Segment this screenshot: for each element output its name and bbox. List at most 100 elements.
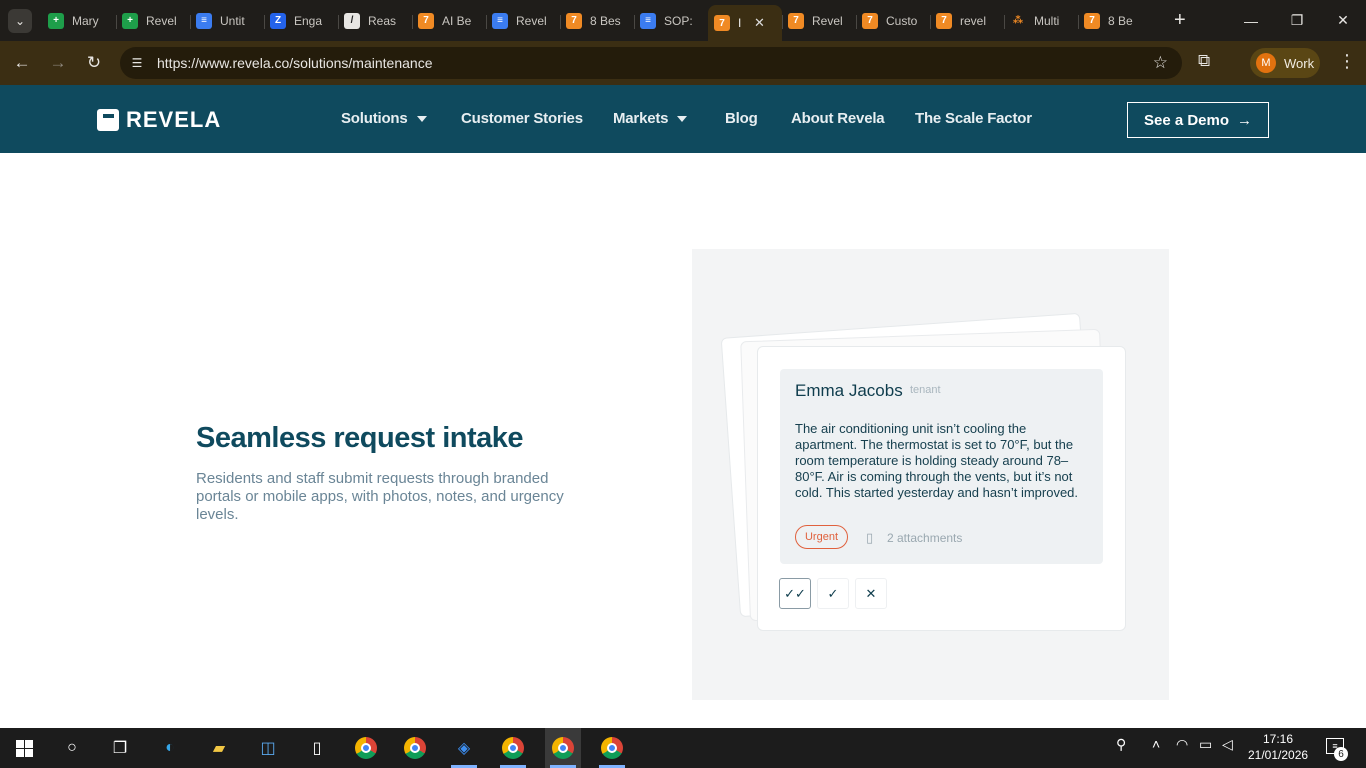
requester-role: tenant bbox=[910, 384, 941, 396]
task-view-icon[interactable]: ❐ bbox=[108, 736, 132, 760]
profile-button[interactable]: M Work bbox=[1250, 48, 1320, 78]
tab-title: Mary bbox=[72, 13, 99, 28]
tab-title: AI Be bbox=[442, 13, 472, 28]
battery-icon[interactable]: ▭ bbox=[1199, 736, 1212, 753]
urgency-badge: Urgent bbox=[795, 525, 848, 549]
extensions-icon[interactable]: ⧉ bbox=[1198, 51, 1210, 71]
browser-tab[interactable]: ≡ Revel bbox=[486, 5, 560, 37]
nav-solutions[interactable]: Solutions bbox=[341, 110, 427, 127]
engage-icon: Z bbox=[270, 12, 286, 29]
logo-text: REVELA bbox=[126, 107, 222, 132]
demo-button-label: See a Demo bbox=[1143, 111, 1230, 129]
docs-icon: ≡ bbox=[196, 12, 212, 29]
browser-menu-icon[interactable]: ⋮ bbox=[1338, 51, 1356, 72]
minimize-icon[interactable]: — bbox=[1228, 0, 1274, 41]
people-icon[interactable]: ⚲ bbox=[1116, 736, 1126, 753]
nav-label: The Scale Factor bbox=[915, 110, 1032, 127]
tab-title: Revel bbox=[812, 13, 843, 28]
url-text[interactable]: https://www.revela.co/solutions/maintena… bbox=[157, 55, 432, 71]
browser-tab[interactable]: Z Enga bbox=[264, 5, 338, 37]
nav-blog[interactable]: Blog bbox=[725, 110, 758, 127]
revela-logo-icon bbox=[97, 109, 119, 131]
see-demo-button[interactable]: See a Demo → bbox=[1127, 102, 1269, 138]
double-check-icon[interactable]: ✓✓ bbox=[779, 578, 811, 609]
search-icon[interactable]: ○ bbox=[60, 736, 84, 760]
taskbar-clock[interactable]: 17:16 21/01/2026 bbox=[1248, 731, 1308, 763]
browser-tab[interactable]: 7 8 Bes bbox=[560, 5, 634, 37]
chevron-up-icon[interactable]: ˄ bbox=[1152, 736, 1160, 752]
browser-tab[interactable]: / Reas bbox=[338, 5, 412, 37]
paperclip-icon: ▯ bbox=[866, 530, 874, 545]
tab-title: 8 Bes bbox=[590, 13, 621, 28]
browser-tab[interactable]: ≡ SOP: bbox=[634, 5, 708, 37]
nav-customer-stories[interactable]: Customer Stories bbox=[461, 110, 583, 127]
browser-tab[interactable]: ≡ Untit bbox=[190, 5, 264, 37]
site-info-icon[interactable]: ☰ bbox=[128, 54, 146, 72]
browser-tab[interactable]: 7 AI Be bbox=[412, 5, 486, 37]
tab-title: Reas bbox=[368, 13, 397, 28]
chrome-icon[interactable] bbox=[551, 736, 575, 760]
chrome-icon[interactable] bbox=[501, 736, 525, 760]
reject-icon[interactable]: ✕ bbox=[855, 578, 887, 609]
close-window-icon[interactable]: ✕ bbox=[1320, 0, 1366, 41]
reload-icon[interactable]: ↻ bbox=[76, 45, 112, 81]
browser-tab[interactable]: + Revel bbox=[116, 5, 190, 37]
reason-icon: / bbox=[344, 12, 360, 29]
revela-logo[interactable]: REVELA bbox=[97, 107, 221, 133]
browser-tab[interactable]: 7 8 Be bbox=[1078, 5, 1152, 37]
forward-icon[interactable]: → bbox=[40, 45, 76, 81]
revela-icon: 7 bbox=[566, 12, 582, 29]
revela-icon: 7 bbox=[862, 12, 878, 29]
revela-icon: 7 bbox=[1084, 12, 1100, 29]
browser-tab[interactable]: ⁂ Multi bbox=[1004, 5, 1078, 37]
notification-count: 6 bbox=[1334, 747, 1348, 761]
revela-icon: 7 bbox=[714, 15, 730, 31]
notepad-icon[interactable]: ▯ bbox=[305, 736, 329, 760]
file-explorer-icon[interactable]: ▰ bbox=[207, 736, 231, 760]
site-header: REVELA Solutions Customer Stories Market… bbox=[0, 85, 1366, 153]
tab-title: Revel bbox=[146, 13, 177, 28]
browser-toolbar: ← → ↻ ☰ https://www.revela.co/solutions/… bbox=[0, 41, 1366, 85]
nav-label: Customer Stories bbox=[461, 110, 583, 127]
browser-tab[interactable]: + Mary bbox=[42, 5, 116, 37]
edge-icon[interactable]: ◐ bbox=[158, 736, 182, 760]
revela-icon: 7 bbox=[936, 12, 952, 29]
tab-title: Multi bbox=[1034, 13, 1060, 28]
network-icon[interactable]: ◠ bbox=[1176, 736, 1188, 753]
address-bar[interactable]: ☰ https://www.revela.co/solutions/mainte… bbox=[120, 47, 1182, 79]
check-icon[interactable]: ✓ bbox=[817, 578, 849, 609]
app-icon[interactable]: ◈ bbox=[452, 736, 476, 760]
windows-start-icon[interactable] bbox=[12, 736, 36, 760]
tab-title: 8 Be bbox=[1108, 13, 1133, 28]
clock-time: 17:16 bbox=[1262, 732, 1294, 746]
browser-tab[interactable]: 7 Custo bbox=[856, 5, 930, 37]
section-title: Seamless request intake bbox=[196, 422, 524, 454]
chrome-icon[interactable] bbox=[354, 736, 378, 760]
arrow-right-icon: → bbox=[1237, 111, 1253, 129]
tab-search-icon[interactable]: ⌄ bbox=[8, 8, 32, 33]
nav-label: Solutions bbox=[341, 110, 408, 127]
chrome-icon[interactable] bbox=[403, 736, 427, 760]
new-tab-icon[interactable]: + bbox=[1174, 9, 1186, 32]
nav-label: About Revela bbox=[791, 110, 885, 127]
restore-icon[interactable]: ❐ bbox=[1274, 0, 1320, 41]
nav-markets[interactable]: Markets bbox=[613, 110, 688, 127]
sheets-icon: + bbox=[122, 12, 138, 29]
volume-icon[interactable]: ◁ bbox=[1222, 736, 1233, 753]
bookmark-star-icon[interactable]: ☆ bbox=[1153, 53, 1168, 73]
nav-about[interactable]: About Revela bbox=[791, 110, 885, 127]
tab-title: Untit bbox=[220, 13, 245, 28]
tab-title: revel bbox=[960, 13, 987, 28]
tab-title: Revel bbox=[516, 13, 547, 28]
revela-icon: 7 bbox=[418, 12, 434, 29]
back-icon[interactable]: ← bbox=[4, 45, 40, 81]
store-icon[interactable]: ◫ bbox=[256, 736, 280, 760]
close-tab-icon[interactable]: ✕ bbox=[754, 15, 765, 31]
nav-scale-factor[interactable]: The Scale Factor bbox=[915, 110, 1032, 127]
browser-tab-active[interactable]: 7 I ✕ bbox=[708, 5, 782, 41]
multi-icon: ⁂ bbox=[1012, 15, 1024, 26]
browser-tab-strip: ⌄ + Mary + Revel ≡ Untit Z Enga / Reas 7 AI Be… bbox=[0, 0, 1366, 41]
browser-tab[interactable]: 7 revel bbox=[930, 5, 1004, 37]
chrome-icon[interactable] bbox=[600, 736, 624, 760]
browser-tab[interactable]: 7 Revel bbox=[782, 5, 856, 37]
